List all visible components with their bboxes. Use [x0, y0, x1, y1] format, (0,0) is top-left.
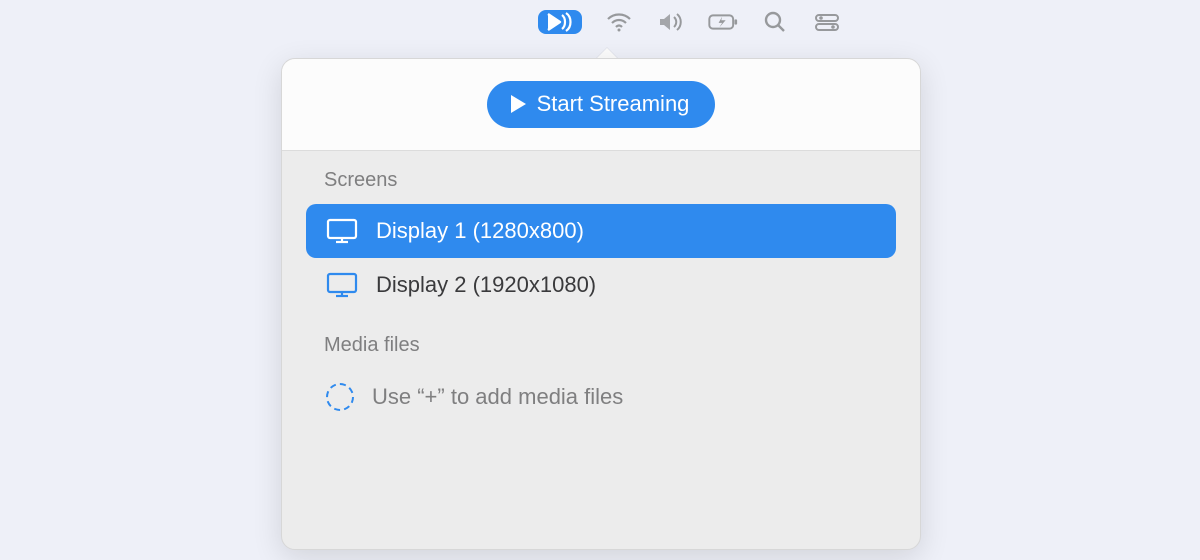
- screen-item-label: Display 1 (1280x800): [376, 218, 584, 244]
- control-center-icon[interactable]: [812, 10, 842, 34]
- monitor-icon: [326, 272, 358, 298]
- search-icon[interactable]: [760, 10, 790, 34]
- media-section: Media files Use “+” to add media files: [282, 324, 920, 425]
- start-streaming-button[interactable]: Start Streaming: [487, 81, 716, 128]
- monitor-icon: [326, 218, 358, 244]
- screen-item-label: Display 2 (1920x1080): [376, 272, 596, 298]
- screen-item-display2[interactable]: Display 2 (1920x1080): [306, 258, 896, 312]
- battery-charging-icon[interactable]: [708, 10, 738, 34]
- media-placeholder-row[interactable]: Use “+” to add media files: [306, 369, 896, 425]
- screens-section-label: Screens: [306, 169, 896, 204]
- wifi-icon[interactable]: [604, 10, 634, 34]
- screens-section: Screens Display 1 (1280x800) Display 2 (…: [282, 151, 920, 324]
- screen-item-display1[interactable]: Display 1 (1280x800): [306, 204, 896, 258]
- cast-icon[interactable]: [538, 10, 582, 34]
- volume-icon[interactable]: [656, 10, 686, 34]
- menubar: [0, 10, 1200, 34]
- start-streaming-label: Start Streaming: [537, 91, 690, 117]
- panel-header: Start Streaming: [282, 59, 920, 151]
- media-placeholder-label: Use “+” to add media files: [372, 384, 623, 410]
- media-section-label: Media files: [306, 334, 896, 369]
- add-media-circle-icon: [326, 383, 354, 411]
- play-icon: [509, 94, 527, 114]
- streaming-panel: Start Streaming Screens Display 1 (1280x…: [281, 58, 921, 550]
